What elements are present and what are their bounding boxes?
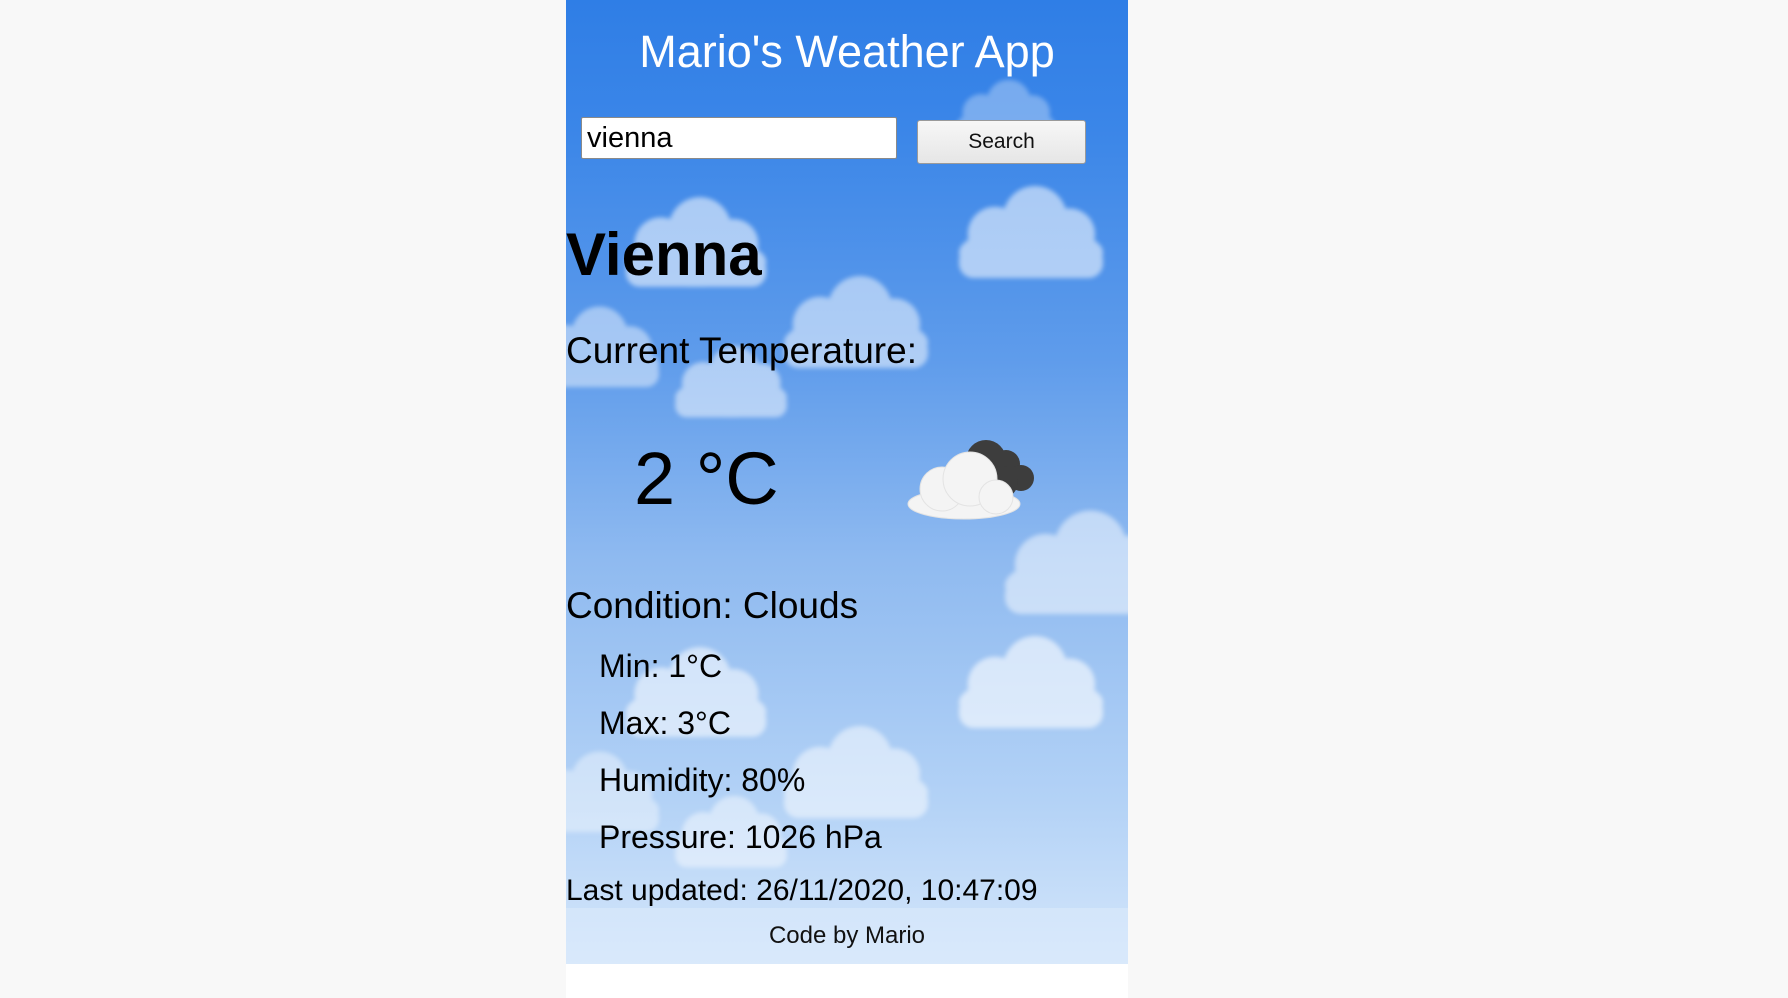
humidity-value: 80% [741,762,806,798]
condition-label: Condition: [566,585,733,626]
min-temperature: Min: 1°C [599,646,722,686]
condition-line: Condition: Clouds [566,583,858,629]
last-updated-label: Last updated: [566,874,748,907]
search-input[interactable] [581,117,897,159]
max-value: 3°C [677,705,731,741]
pressure-label: Pressure: [599,819,736,855]
last-updated-value: 26/11/2020, 10:47:09 [756,874,1038,907]
max-temperature: Max: 3°C [599,703,731,743]
footer-credit: Code by Mario [768,922,926,949]
broken-clouds-icon [907,440,1034,520]
humidity: Humidity: 80% [599,760,805,800]
last-updated: Last updated: 26/11/2020, 10:47:09 [566,872,1038,910]
current-temperature-label: Current Temperature: [566,330,917,371]
pressure-value: 1026 hPa [744,819,882,855]
max-label: Max: [599,705,669,741]
sky-panel: Mario's Weather App Search Vienna Curren… [566,0,1128,964]
search-button[interactable]: Search [917,120,1086,164]
pressure: Pressure: 1026 hPa [599,817,882,857]
temperature-value: 2 °C [634,437,779,520]
humidity-label: Humidity: [599,762,733,798]
condition-value: Clouds [742,585,859,626]
min-value: 1°C [668,648,723,684]
app-title: Mario's Weather App [639,26,1055,77]
min-label: Min: [599,648,660,684]
city-name: Vienna [566,221,762,288]
weather-app-window: Mario's Weather App Search Vienna Curren… [566,0,1128,998]
